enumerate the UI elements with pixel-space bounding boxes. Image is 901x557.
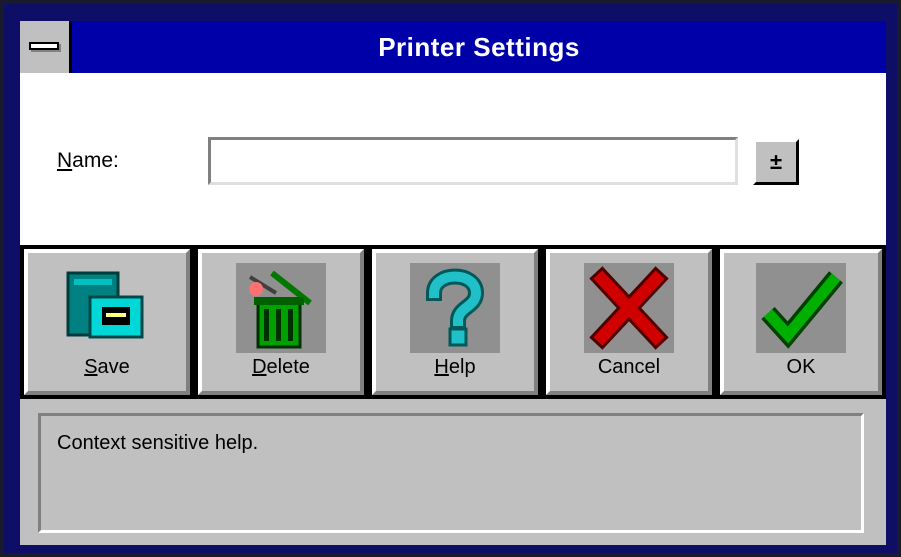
delete-trash-icon (236, 263, 326, 353)
delete-label: Delete (252, 356, 310, 378)
ok-checkmark-icon (756, 263, 846, 353)
ok-button[interactable]: OK (720, 249, 882, 395)
cancel-label: Cancel (597, 356, 661, 378)
status-box: Context sensitive help. (38, 413, 864, 533)
status-panel: Context sensitive help. (20, 399, 886, 545)
name-input[interactable] (208, 137, 738, 185)
title-bar[interactable]: Printer Settings (20, 21, 886, 73)
help-question-icon (410, 263, 500, 353)
help-button[interactable]: Help (372, 249, 538, 395)
name-label: Name: (57, 149, 119, 172)
cancel-button[interactable]: Cancel (546, 249, 712, 395)
button-toolbar: Save Delete Help Cancel OK (20, 245, 886, 399)
save-icon (62, 263, 152, 353)
status-text: Context sensitive help. (57, 432, 259, 454)
printer-settings-dialog: Printer Settings Name: ± Save Delete Hel… (0, 0, 901, 557)
delete-button[interactable]: Delete (198, 249, 364, 395)
save-label: Save (84, 356, 130, 378)
cancel-x-icon (584, 263, 674, 353)
window-title: Printer Settings (378, 32, 580, 62)
name-panel: Name: ± (20, 73, 886, 245)
name-dropdown-button[interactable]: ± (753, 139, 799, 185)
save-button[interactable]: Save (24, 249, 190, 395)
plus-minus-icon: ± (769, 149, 783, 174)
system-menu-icon (29, 42, 59, 50)
help-label: Help (434, 356, 476, 378)
ok-label: OK (786, 356, 816, 378)
system-menu-button[interactable] (20, 21, 72, 73)
